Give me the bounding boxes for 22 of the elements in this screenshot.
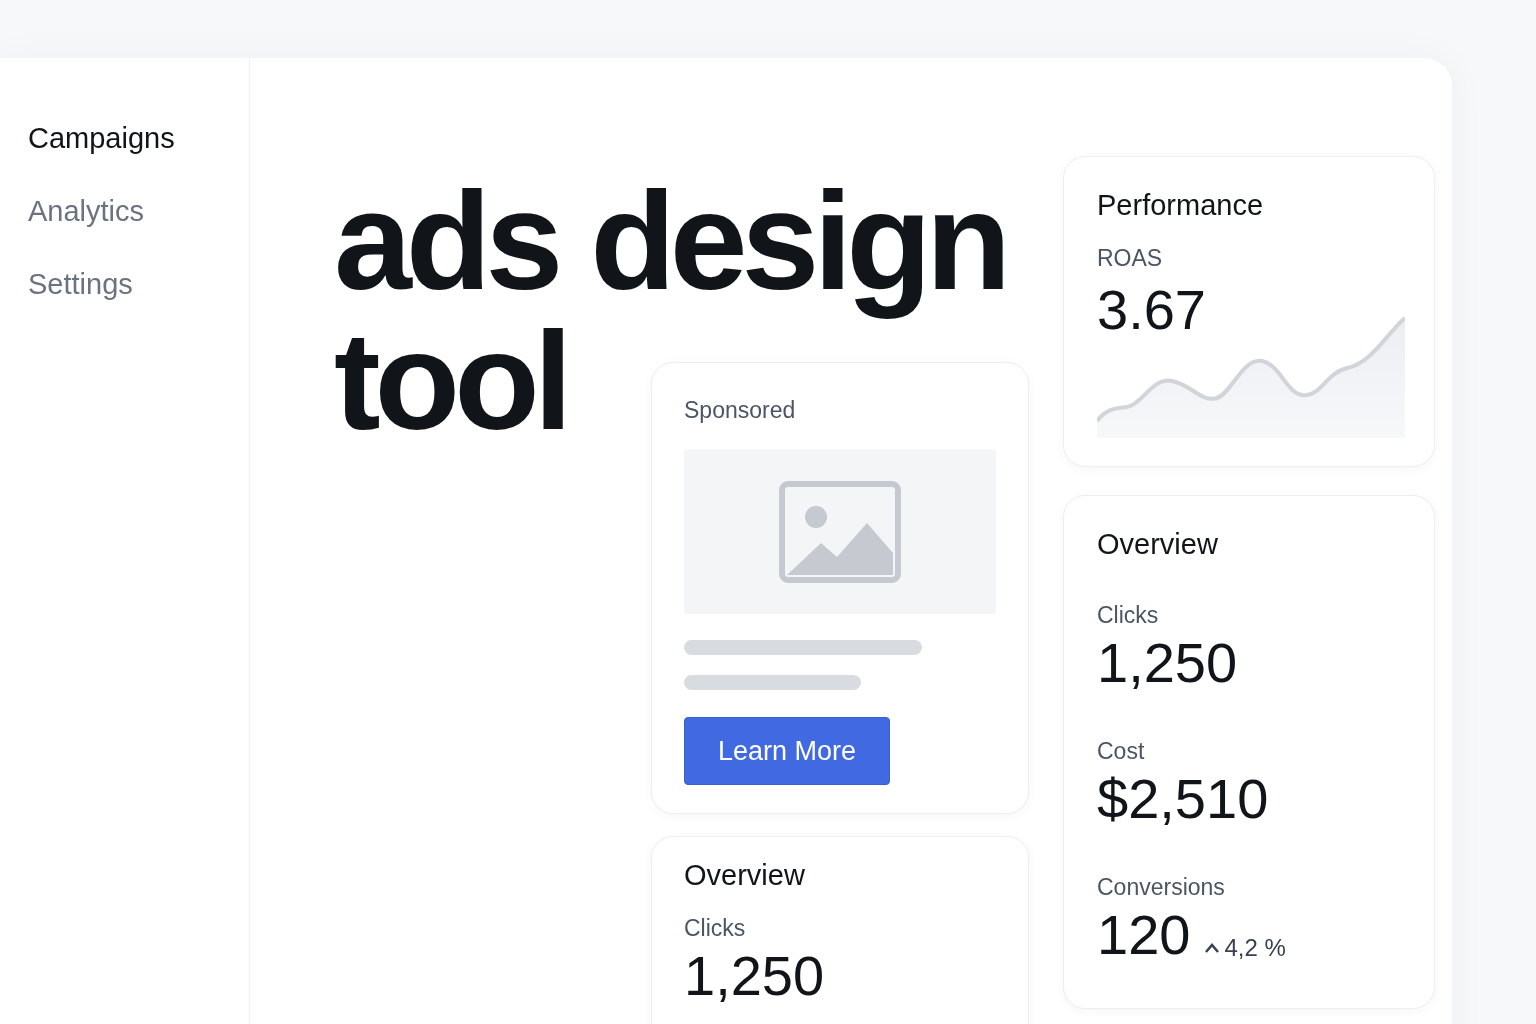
card-title: Overview	[684, 858, 806, 893]
metric-value: 1,250	[1097, 630, 1238, 696]
metric-label: Conversions	[1097, 873, 1226, 902]
sidebar-item[interactable]: Campaigns	[28, 120, 249, 157]
chevron-up-icon	[1204, 942, 1221, 954]
card-title: Overview	[1097, 527, 1219, 562]
metric-value: $2,510	[1097, 766, 1269, 832]
sidebar-item[interactable]: Settings	[28, 266, 249, 303]
sponsored-label: Sponsored	[684, 396, 797, 425]
metric-label: Clicks	[684, 914, 747, 943]
change-indicator: 4,2 %	[1204, 934, 1286, 962]
image-icon	[779, 480, 901, 583]
learn-more-button[interactable]: Learn More	[684, 717, 890, 785]
metric-value: 3.67	[1097, 277, 1207, 343]
metric-value: 120	[1097, 902, 1191, 968]
sidebar-item[interactable]: Analytics	[28, 193, 249, 230]
page-title: tool	[334, 316, 567, 446]
metric-value: 1,250	[684, 943, 826, 1009]
metric-label: Cost	[1097, 737, 1146, 766]
metric-label: Clicks	[1097, 601, 1160, 630]
card-title: Performance	[1097, 188, 1264, 223]
metric-label: ROAS	[1097, 244, 1164, 273]
